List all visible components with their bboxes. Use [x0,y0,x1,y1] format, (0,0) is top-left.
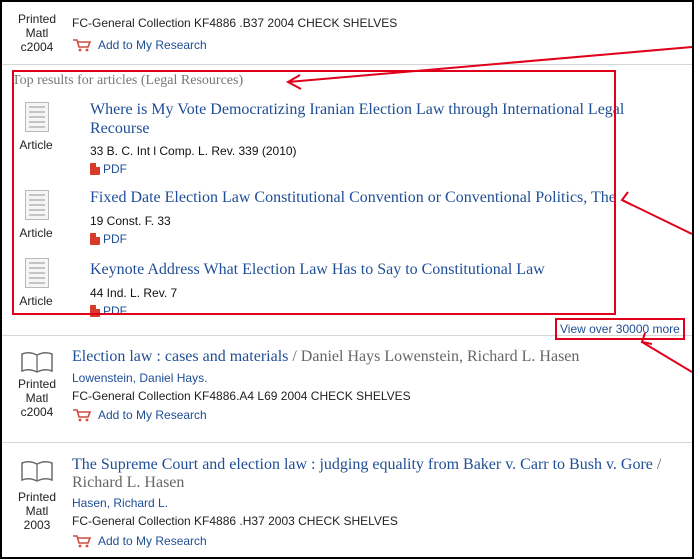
search-results-page: Printed Matl c2004 FC-General Collection… [0,0,694,559]
annotation-arrow [641,341,692,373]
annotation-arrows [285,46,692,373]
annotation-arrow [287,46,692,83]
annotation-arrow [621,199,692,235]
arrow-head [640,332,653,345]
